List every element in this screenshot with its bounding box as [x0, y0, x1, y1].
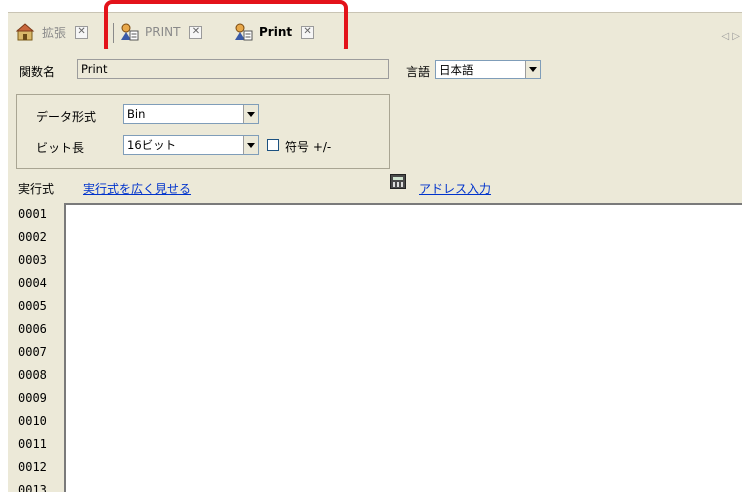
line-number: 0009	[18, 391, 47, 405]
app-window: 拡張 ✕ PRINT ✕ Print ✕ ◁ ▷ 関数名 Print 言語 日本…	[0, 0, 742, 492]
bit-length-label: ビット長	[36, 141, 85, 155]
function-name-field[interactable]: Print	[77, 59, 389, 79]
tab-label: PRINT	[145, 25, 181, 39]
line-number: 0005	[18, 299, 47, 313]
language-label: 言語	[406, 65, 431, 79]
tab-print[interactable]: Print ✕	[233, 20, 315, 44]
chevron-down-icon[interactable]	[243, 105, 258, 123]
data-format-label: データ形式	[36, 110, 97, 124]
bit-length-select[interactable]: 16ビット	[123, 135, 259, 155]
tab-bar: 拡張 ✕ PRINT ✕ Print ✕ ◁ ▷	[8, 12, 742, 49]
close-icon[interactable]: ✕	[301, 25, 315, 39]
line-number: 0008	[18, 368, 47, 382]
close-icon[interactable]: ✕	[75, 25, 89, 39]
function-name-label: 関数名	[19, 65, 56, 79]
line-number: 0007	[18, 345, 47, 359]
close-icon[interactable]: ✕	[189, 25, 203, 39]
line-number: 0006	[18, 322, 47, 336]
line-number: 0012	[18, 460, 47, 474]
line-number: 0011	[18, 437, 47, 451]
language-value: 日本語	[439, 62, 474, 77]
line-number: 0010	[18, 414, 47, 428]
tab-separator	[113, 23, 114, 43]
data-format-select[interactable]: Bin	[123, 104, 259, 124]
line-number: 0001	[18, 207, 47, 221]
data-format-group: データ形式 Bin ビット長 16ビット 符号 +/-	[16, 94, 390, 169]
sign-checkbox[interactable]	[267, 139, 279, 151]
line-number: 0013	[18, 483, 47, 492]
data-format-value: Bin	[127, 107, 146, 121]
script-icon	[121, 23, 139, 41]
bit-length-value: 16ビット	[127, 138, 177, 152]
chevron-down-icon[interactable]	[243, 136, 258, 154]
calculator-icon[interactable]	[390, 174, 406, 189]
extension-icon	[16, 23, 35, 41]
expression-editor[interactable]	[64, 203, 742, 492]
script-icon	[235, 23, 253, 41]
tab-print-upper[interactable]: PRINT ✕	[119, 20, 203, 44]
tab-label: 拡張	[42, 25, 67, 40]
tab-extension[interactable]: 拡張 ✕	[16, 20, 89, 44]
tab-label: Print	[259, 25, 293, 39]
language-select[interactable]: 日本語	[435, 60, 541, 79]
sign-checkbox-label: 符号 +/-	[285, 140, 332, 154]
expand-expression-link[interactable]: 実行式を広く見せる	[83, 180, 191, 197]
tab-scroll-arrows-icon[interactable]: ◁ ▷	[721, 31, 740, 42]
script-properties-panel: 関数名 Print 言語 日本語 データ形式 Bin ビット長 16ビット 符号…	[8, 49, 742, 492]
line-number: 0002	[18, 230, 47, 244]
expression-label: 実行式	[18, 182, 55, 196]
line-number: 0004	[18, 276, 47, 290]
address-input-link[interactable]: アドレス入力	[419, 180, 491, 197]
line-number: 0003	[18, 253, 47, 267]
line-number-gutter: 0001 0002 0003 0004 0005 0006 0007 0008 0009 0010…	[18, 203, 64, 492]
chevron-down-icon[interactable]	[525, 61, 540, 78]
